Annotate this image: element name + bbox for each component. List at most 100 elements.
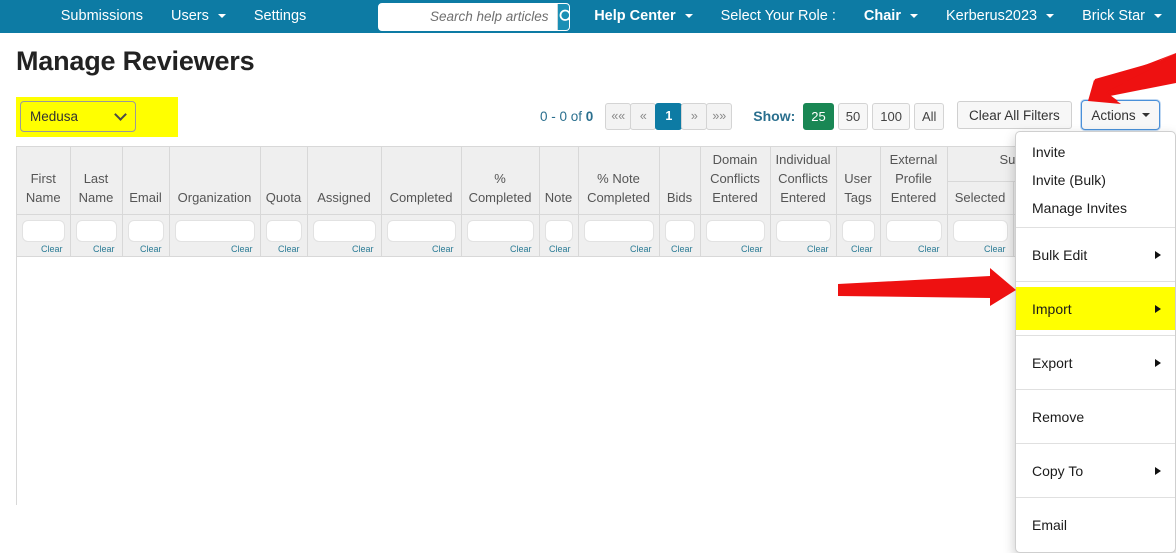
column-filter-clear-link[interactable]: Clear [842, 244, 875, 254]
search-input[interactable] [378, 3, 557, 30]
filter-cell: Clear [659, 214, 701, 257]
nav-item-user-account[interactable]: Brick Star [1068, 0, 1176, 33]
menu-item-export[interactable]: Export [1016, 341, 1175, 384]
column-filter-input[interactable] [75, 219, 117, 242]
menu-item-invite[interactable]: Invite [1016, 138, 1175, 166]
page-size-50-button[interactable]: 50 [837, 102, 869, 130]
column-header-selected[interactable]: Selected [946, 181, 1014, 215]
page-last-button[interactable]: »» [706, 102, 733, 130]
column-filter-clear-link[interactable]: Clear [584, 244, 654, 254]
help-search-box[interactable] [377, 2, 571, 31]
page-number-button-1[interactable]: 1 [655, 102, 683, 130]
column-filter-input[interactable] [466, 219, 534, 242]
page-next-button[interactable]: » [681, 102, 708, 130]
column-filter-clear-link[interactable]: Clear [953, 244, 1008, 254]
column-filter-clear-link[interactable]: Clear [266, 244, 302, 254]
column-header-individual-conflicts-entered[interactable]: Individual Conflicts Entered [770, 147, 837, 215]
menu-item-import[interactable]: Import [1016, 287, 1175, 330]
column-filter-input[interactable] [544, 219, 573, 242]
result-count: 0 - 0 of 0 [540, 109, 593, 124]
column-header-external-profile-entered[interactable]: External Profile Entered [880, 147, 948, 215]
column-filter-input[interactable] [312, 219, 376, 242]
chevron-down-icon [684, 14, 693, 18]
menu-item-copy-to[interactable]: Copy To [1016, 449, 1175, 492]
column-header-last-name[interactable]: Last Name [70, 147, 123, 215]
column-filter-input[interactable] [664, 219, 695, 242]
column-filter-clear-link[interactable]: Clear [175, 244, 255, 254]
column-header-assigned[interactable]: Assigned [307, 147, 382, 215]
column-header-bids[interactable]: Bids [659, 147, 701, 215]
column-header-first-name[interactable]: First Name [17, 147, 71, 215]
actions-dropdown-menu: Invite Invite (Bulk) Manage Invites Bulk Ed… [1015, 131, 1176, 553]
clear-all-filters-button[interactable]: Clear All Filters [957, 101, 1072, 129]
menu-item-manage-invites[interactable]: Manage Invites [1016, 194, 1175, 222]
column-header-quota[interactable]: Quota [260, 147, 308, 215]
column-filter-clear-link[interactable]: Clear [313, 244, 376, 254]
column-filter-clear-link[interactable]: Clear [76, 244, 117, 254]
column-filter-clear-link[interactable]: Clear [22, 244, 65, 254]
page-size-all-button[interactable]: All [913, 102, 945, 130]
page-first-button[interactable]: «« [605, 102, 632, 130]
filter-cell: Clear [836, 214, 881, 257]
column-filter-input[interactable] [174, 219, 255, 242]
column-filter-clear-link[interactable]: Clear [886, 244, 942, 254]
menu-item-bulk-edit[interactable]: Bulk Edit [1016, 233, 1175, 276]
actions-button[interactable]: Actions [1081, 100, 1160, 130]
menu-item-invite-bulk[interactable]: Invite (Bulk) [1016, 166, 1175, 194]
filter-cell: Clear [70, 214, 123, 257]
search-icon [559, 9, 570, 22]
nav-item-settings[interactable]: Settings [240, 0, 320, 33]
column-filter-clear-link[interactable]: Clear [706, 244, 765, 254]
nav-item-users[interactable]: Users [157, 0, 240, 33]
column-header-completed[interactable]: % Completed [461, 147, 540, 215]
nav-item-role-chair[interactable]: Chair [850, 0, 932, 33]
menu-item-label: Copy To [1032, 462, 1084, 479]
column-filter-input[interactable] [386, 219, 456, 242]
column-filter-input[interactable] [705, 219, 765, 242]
column-filter-input[interactable] [22, 219, 65, 242]
column-filter-clear-link[interactable]: Clear [387, 244, 456, 254]
column-header-completed[interactable]: Completed [381, 147, 462, 215]
menu-item-email[interactable]: Email [1016, 503, 1175, 546]
column-filter-input[interactable] [841, 219, 875, 242]
menu-item-remove[interactable]: Remove [1016, 395, 1175, 438]
menu-separator [1016, 443, 1175, 444]
page-size-100-button[interactable]: 100 [872, 102, 910, 130]
column-header-user-tags[interactable]: User Tags [836, 147, 881, 215]
filter-cell: Clear [880, 214, 948, 257]
column-filter-input[interactable] [265, 219, 302, 242]
column-filter-clear-link[interactable]: Clear [128, 244, 164, 254]
menu-separator [1016, 497, 1175, 498]
menu-item-label: Manage Invites [1032, 200, 1127, 216]
filter-cell: Clear [578, 214, 660, 257]
clear-all-filters-label: Clear All Filters [969, 107, 1060, 123]
page-title: Manage Reviewers [16, 46, 255, 76]
column-filter-clear-link[interactable]: Clear [776, 244, 831, 254]
column-header-note-completed[interactable]: % Note Completed [578, 147, 660, 215]
column-filter-clear-link[interactable]: Clear [545, 244, 573, 254]
page-size-25-button[interactable]: 25 [803, 102, 834, 130]
column-header-domain-conflicts-entered[interactable]: Domain Conflicts Entered [700, 147, 771, 215]
column-filter-input[interactable] [952, 219, 1008, 242]
page-buttons: «« « 1 » »» [605, 102, 733, 130]
column-header-email[interactable]: Email [122, 147, 170, 215]
chevron-down-icon [1141, 113, 1150, 117]
conference-select-value: Medusa [30, 109, 79, 124]
nav-item-conference[interactable]: Kerberus2023 [932, 0, 1068, 33]
page-prev-button[interactable]: « [630, 102, 657, 130]
filter-cell: Clear [700, 214, 771, 257]
column-filter-clear-link[interactable]: Clear [467, 244, 534, 254]
search-button[interactable] [556, 3, 570, 30]
menu-item-label: Remove [1032, 408, 1085, 425]
column-filter-clear-link[interactable]: Clear [665, 244, 695, 254]
column-filter-input[interactable] [583, 219, 654, 242]
column-filter-input[interactable] [775, 219, 831, 242]
column-header-organization[interactable]: Organization [169, 147, 261, 215]
chevron-down-icon [1046, 14, 1055, 18]
nav-item-submissions[interactable]: Submissions [47, 0, 157, 33]
column-filter-input[interactable] [127, 219, 164, 242]
nav-item-help-center[interactable]: Help Center [580, 0, 706, 33]
conference-select[interactable]: Medusa [20, 101, 136, 132]
column-header-note[interactable]: Note [539, 147, 579, 215]
column-filter-input[interactable] [885, 219, 942, 242]
